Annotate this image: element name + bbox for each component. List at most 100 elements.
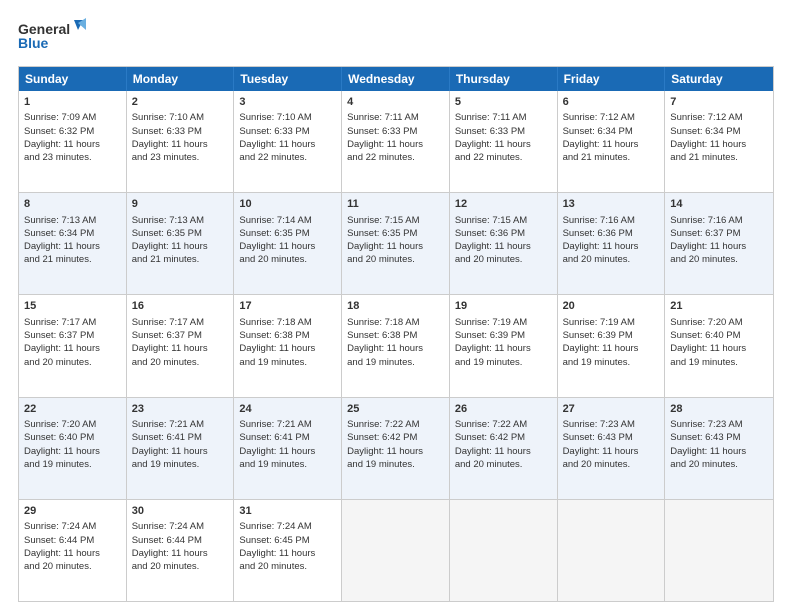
day-info-line: and 20 minutes. [455,458,552,471]
day-cell-22: 22Sunrise: 7:20 AMSunset: 6:40 PMDayligh… [19,398,127,499]
day-info-line: Sunrise: 7:24 AM [132,520,229,533]
day-info-line: and 20 minutes. [132,560,229,573]
day-info-line: Sunrise: 7:19 AM [455,316,552,329]
day-number: 6 [563,95,660,110]
day-info-line: Daylight: 11 hours [239,240,336,253]
calendar-row-0: 1Sunrise: 7:09 AMSunset: 6:32 PMDaylight… [19,91,773,193]
day-number: 11 [347,197,444,212]
empty-cell [665,500,773,601]
day-cell-27: 27Sunrise: 7:23 AMSunset: 6:43 PMDayligh… [558,398,666,499]
day-info-line: Daylight: 11 hours [455,240,552,253]
svg-text:Blue: Blue [18,35,49,51]
day-number: 21 [670,299,768,314]
day-info-line: Sunrise: 7:13 AM [132,214,229,227]
day-info-line: and 20 minutes. [347,253,444,266]
day-info-line: Sunset: 6:39 PM [455,329,552,342]
logo: GeneralBlue [18,18,98,56]
day-info-line: Daylight: 11 hours [24,240,121,253]
day-cell-30: 30Sunrise: 7:24 AMSunset: 6:44 PMDayligh… [127,500,235,601]
day-number: 22 [24,402,121,417]
day-number: 12 [455,197,552,212]
day-info-line: Sunrise: 7:10 AM [132,111,229,124]
day-info-line: Sunrise: 7:24 AM [24,520,121,533]
day-info-line: Daylight: 11 hours [132,138,229,151]
calendar-row-2: 15Sunrise: 7:17 AMSunset: 6:37 PMDayligh… [19,295,773,397]
day-number: 26 [455,402,552,417]
day-info-line: Sunset: 6:35 PM [347,227,444,240]
day-info-line: Daylight: 11 hours [132,445,229,458]
day-info-line: and 21 minutes. [24,253,121,266]
day-info-line: Sunset: 6:36 PM [563,227,660,240]
day-info-line: and 20 minutes. [239,560,336,573]
day-info-line: and 20 minutes. [563,253,660,266]
day-info-line: Sunset: 6:34 PM [24,227,121,240]
day-cell-4: 4Sunrise: 7:11 AMSunset: 6:33 PMDaylight… [342,91,450,192]
day-number: 23 [132,402,229,417]
day-info-line: Daylight: 11 hours [132,342,229,355]
day-info-line: Daylight: 11 hours [455,138,552,151]
day-info-line: Sunset: 6:40 PM [670,329,768,342]
day-cell-3: 3Sunrise: 7:10 AMSunset: 6:33 PMDaylight… [234,91,342,192]
day-info-line: Daylight: 11 hours [563,445,660,458]
day-info-line: Daylight: 11 hours [563,240,660,253]
day-info-line: Sunset: 6:37 PM [670,227,768,240]
day-cell-20: 20Sunrise: 7:19 AMSunset: 6:39 PMDayligh… [558,295,666,396]
day-info-line: and 22 minutes. [239,151,336,164]
day-info-line: Sunset: 6:35 PM [132,227,229,240]
empty-cell [342,500,450,601]
day-number: 1 [24,95,121,110]
day-cell-2: 2Sunrise: 7:10 AMSunset: 6:33 PMDaylight… [127,91,235,192]
day-info-line: Daylight: 11 hours [455,445,552,458]
day-info-line: Sunset: 6:40 PM [24,431,121,444]
day-info-line: and 20 minutes. [670,253,768,266]
calendar-header: SundayMondayTuesdayWednesdayThursdayFrid… [19,67,773,91]
day-info-line: Daylight: 11 hours [670,342,768,355]
day-number: 16 [132,299,229,314]
day-cell-16: 16Sunrise: 7:17 AMSunset: 6:37 PMDayligh… [127,295,235,396]
day-info-line: Sunrise: 7:23 AM [563,418,660,431]
day-info-line: Sunset: 6:39 PM [563,329,660,342]
calendar-body: 1Sunrise: 7:09 AMSunset: 6:32 PMDaylight… [19,91,773,601]
day-cell-25: 25Sunrise: 7:22 AMSunset: 6:42 PMDayligh… [342,398,450,499]
day-info-line: and 19 minutes. [563,356,660,369]
day-number: 19 [455,299,552,314]
day-info-line: Daylight: 11 hours [132,240,229,253]
header-day-thursday: Thursday [450,67,558,91]
day-info-line: Sunset: 6:42 PM [347,431,444,444]
day-info-line: and 20 minutes. [24,356,121,369]
day-info-line: Sunset: 6:43 PM [670,431,768,444]
day-info-line: and 23 minutes. [132,151,229,164]
day-number: 8 [24,197,121,212]
day-info-line: Sunset: 6:32 PM [24,125,121,138]
day-info-line: and 20 minutes. [670,458,768,471]
day-number: 9 [132,197,229,212]
day-number: 18 [347,299,444,314]
day-info-line: Daylight: 11 hours [670,138,768,151]
day-info-line: Sunrise: 7:16 AM [563,214,660,227]
day-info-line: Daylight: 11 hours [239,342,336,355]
day-info-line: Sunset: 6:33 PM [455,125,552,138]
day-info-line: and 23 minutes. [24,151,121,164]
day-info-line: Sunrise: 7:12 AM [670,111,768,124]
day-number: 15 [24,299,121,314]
day-number: 24 [239,402,336,417]
day-info-line: and 21 minutes. [132,253,229,266]
day-info-line: Sunset: 6:34 PM [670,125,768,138]
day-info-line: and 22 minutes. [347,151,444,164]
day-info-line: Sunrise: 7:11 AM [455,111,552,124]
day-info-line: Daylight: 11 hours [563,342,660,355]
day-info-line: Sunrise: 7:24 AM [239,520,336,533]
header-day-tuesday: Tuesday [234,67,342,91]
day-info-line: Sunset: 6:44 PM [132,534,229,547]
day-cell-26: 26Sunrise: 7:22 AMSunset: 6:42 PMDayligh… [450,398,558,499]
day-info-line: Sunrise: 7:22 AM [347,418,444,431]
day-info-line: Sunrise: 7:12 AM [563,111,660,124]
day-info-line: and 19 minutes. [670,356,768,369]
day-cell-13: 13Sunrise: 7:16 AMSunset: 6:36 PMDayligh… [558,193,666,294]
day-cell-5: 5Sunrise: 7:11 AMSunset: 6:33 PMDaylight… [450,91,558,192]
day-info-line: and 22 minutes. [455,151,552,164]
day-info-line: and 19 minutes. [455,356,552,369]
header: GeneralBlue [18,18,774,56]
day-info-line: and 19 minutes. [239,458,336,471]
header-day-saturday: Saturday [665,67,773,91]
